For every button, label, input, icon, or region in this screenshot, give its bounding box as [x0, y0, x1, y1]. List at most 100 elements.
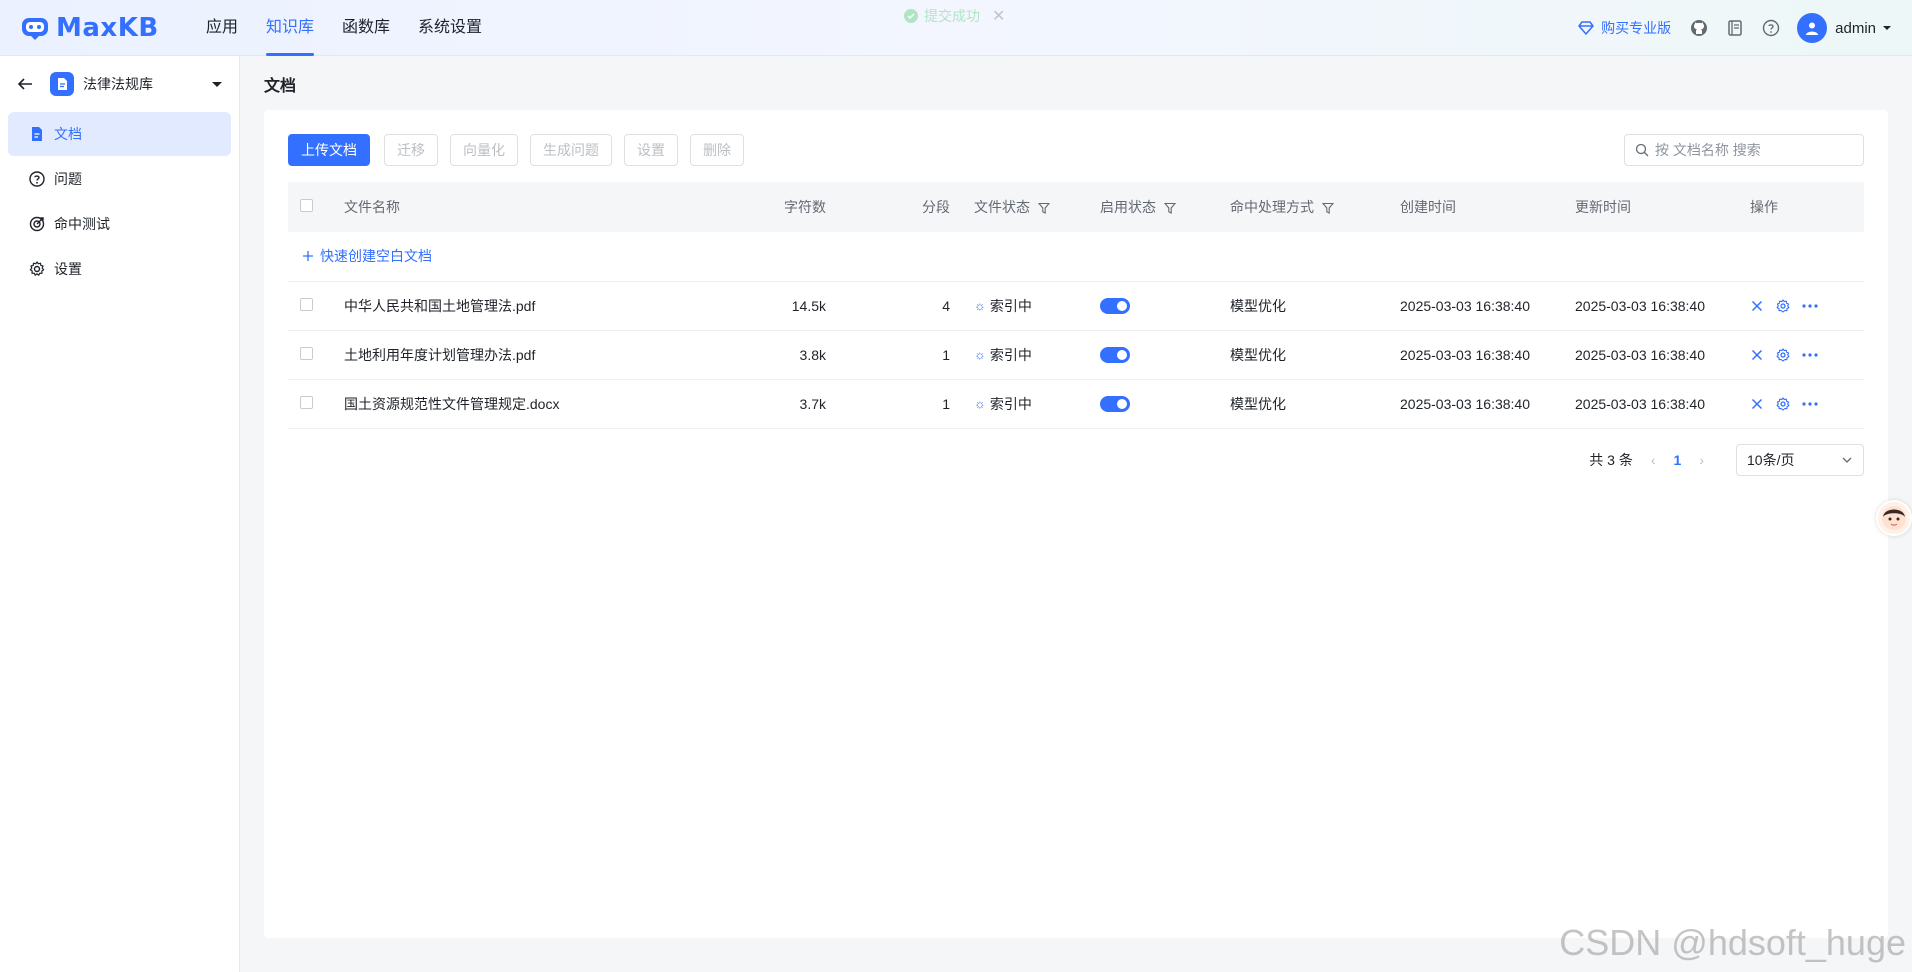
file-name[interactable]: 土地利用年度计划管理办法.pdf [344, 330, 640, 380]
sidebar-item-documents[interactable]: 文档 [8, 112, 231, 156]
file-name[interactable]: 中华人民共和国土地管理法.pdf [344, 281, 640, 331]
docs-book-icon[interactable] [1725, 18, 1745, 38]
char-count: 14.5k [640, 281, 826, 331]
toast-close-icon[interactable]: ✕ [992, 6, 1005, 26]
question-icon [28, 170, 46, 188]
search-box[interactable] [1624, 134, 1864, 166]
loading-icon: ☼ [974, 396, 986, 411]
watermark: CSDN @hdsoft_huge [1559, 922, 1906, 963]
loading-icon: ☼ [974, 347, 986, 362]
user-name[interactable]: admin [1835, 20, 1876, 37]
sidebar: 法律法规库 文档 问题 命中测试 设置 [0, 56, 240, 972]
ai-assistant-avatar[interactable] [1876, 500, 1912, 536]
knowledge-base-selector[interactable]: 法律法规库 [0, 56, 239, 112]
document-icon [28, 125, 46, 143]
nav-item-functions[interactable]: 函数库 [342, 0, 390, 56]
brand-name: MaxKB [56, 12, 159, 43]
nav-item-system-settings[interactable]: 系统设置 [418, 0, 482, 56]
sidebar-item-settings[interactable]: 设置 [8, 247, 231, 291]
page-size-select[interactable]: 10条/页 [1736, 444, 1864, 476]
settings-gear-icon[interactable] [1776, 347, 1790, 362]
logo[interactable]: MaxKB [20, 13, 170, 43]
page-size-value: 10条/页 [1747, 452, 1795, 468]
row-checkbox[interactable] [300, 297, 313, 311]
cancel-icon[interactable] [1750, 348, 1764, 362]
table-row[interactable]: 中华人民共和国土地管理法.pdf 14.5k 4 ☼ 索引中 模型优化 2025-… [288, 281, 1864, 331]
maxkb-logo-icon [22, 17, 48, 40]
generate-questions-button[interactable]: 生成问题 [530, 134, 612, 166]
delete-button[interactable]: 删除 [690, 134, 744, 166]
row-checkbox[interactable] [300, 346, 313, 360]
main-nav: 应用 知识库 函数库 系统设置 [206, 0, 510, 56]
table-row[interactable]: 土地利用年度计划管理办法.pdf 3.8k 1 ☼ 索引中 模型优化 2025-0… [288, 330, 1864, 380]
help-icon[interactable] [1761, 18, 1781, 38]
nav-item-apps[interactable]: 应用 [206, 0, 238, 56]
sidebar-item-label: 问题 [54, 171, 82, 187]
status-badge: ☼ 索引中 [974, 345, 1032, 365]
next-page-icon[interactable]: › [1699, 452, 1704, 468]
sidebar-item-hit-test[interactable]: 命中测试 [8, 202, 231, 246]
status-badge: ☼ 索引中 [974, 394, 1032, 414]
upgrade-label: 购买专业版 [1601, 20, 1672, 36]
nav-item-knowledge[interactable]: 知识库 [266, 0, 315, 56]
knowledge-base-icon [50, 72, 74, 96]
sidebar-menu: 文档 问题 命中测试 设置 [0, 112, 239, 291]
settings-gear-icon[interactable] [1776, 396, 1790, 411]
select-all-checkbox[interactable] [300, 199, 313, 212]
column-header-enable-status: 启用状态 [1080, 182, 1210, 232]
status-badge: ☼ 索引中 [974, 296, 1032, 316]
caret-down-icon[interactable] [1882, 23, 1892, 33]
column-header-hit-mode: 命中处理方式 [1210, 182, 1380, 232]
total-count: 共 3 条 [1589, 452, 1633, 468]
header-actions: 购买专业版 admin [1577, 0, 1892, 56]
search-icon [1635, 143, 1649, 157]
back-arrow-icon[interactable] [16, 75, 34, 93]
table-row[interactable]: 国土资源规范性文件管理规定.docx 3.7k 1 ☼ 索引中 模型优化 2025… [288, 379, 1864, 429]
status-text: 索引中 [989, 346, 1032, 363]
enable-toggle[interactable] [1100, 347, 1130, 364]
enable-toggle[interactable] [1100, 396, 1130, 413]
column-header-updated: 更新时间 [1575, 199, 1631, 215]
current-page[interactable]: 1 [1674, 452, 1682, 468]
upgrade-link[interactable]: 购买专业版 [1577, 18, 1671, 38]
filter-icon[interactable] [1163, 202, 1176, 215]
cancel-icon[interactable] [1750, 397, 1764, 411]
file-name[interactable]: 国土资源规范性文件管理规定.docx [344, 379, 640, 429]
created-time: 2025-03-03 16:38:40 [1380, 379, 1555, 429]
settings-button[interactable]: 设置 [624, 134, 678, 166]
caret-down-icon[interactable] [211, 78, 223, 90]
filter-icon[interactable] [1037, 202, 1050, 215]
enable-toggle[interactable] [1100, 298, 1130, 315]
knowledge-base-name: 法律法规库 [83, 76, 153, 92]
sidebar-item-label: 命中测试 [54, 216, 110, 232]
more-icon[interactable] [1802, 352, 1818, 357]
avatar[interactable] [1797, 13, 1828, 43]
migrate-button[interactable]: 迁移 [384, 134, 438, 166]
row-checkbox[interactable] [300, 395, 313, 409]
toolbar: 上传文档 迁移 向量化 生成问题 设置 删除 [288, 134, 756, 166]
status-text: 索引中 [989, 395, 1032, 412]
cancel-icon[interactable] [1750, 299, 1764, 313]
quick-create-link[interactable]: 快速创建空白文档 [302, 246, 432, 266]
top-header: MaxKB 应用 知识库 函数库 系统设置 提交成功 ✕ 购买专业版 admin [0, 0, 1912, 56]
column-header-file-status: 文件状态 [950, 182, 1080, 232]
settings-gear-icon[interactable] [1776, 298, 1790, 313]
more-icon[interactable] [1802, 401, 1818, 406]
sidebar-item-questions[interactable]: 问题 [8, 157, 231, 201]
segment-count: 1 [826, 330, 950, 380]
sidebar-item-label: 设置 [54, 261, 82, 277]
target-icon [28, 215, 46, 233]
char-count: 3.7k [640, 379, 826, 429]
vectorize-button[interactable]: 向量化 [450, 134, 518, 166]
quick-create-label: 快速创建空白文档 [320, 248, 432, 265]
search-input[interactable] [1655, 142, 1855, 158]
column-header-actions: 操作 [1750, 199, 1778, 215]
prev-page-icon[interactable]: ‹ [1651, 452, 1656, 468]
updated-time: 2025-03-03 16:38:40 [1555, 330, 1730, 380]
upload-document-button[interactable]: 上传文档 [288, 134, 370, 166]
segment-count: 4 [826, 281, 950, 331]
filter-icon[interactable] [1321, 202, 1334, 215]
github-icon[interactable] [1689, 18, 1709, 38]
table-header-row: 文件名称 字符数 分段 文件状态 启用状态 命中处理方式 创建时间 更新时间 操… [288, 182, 1864, 232]
more-icon[interactable] [1802, 303, 1818, 308]
